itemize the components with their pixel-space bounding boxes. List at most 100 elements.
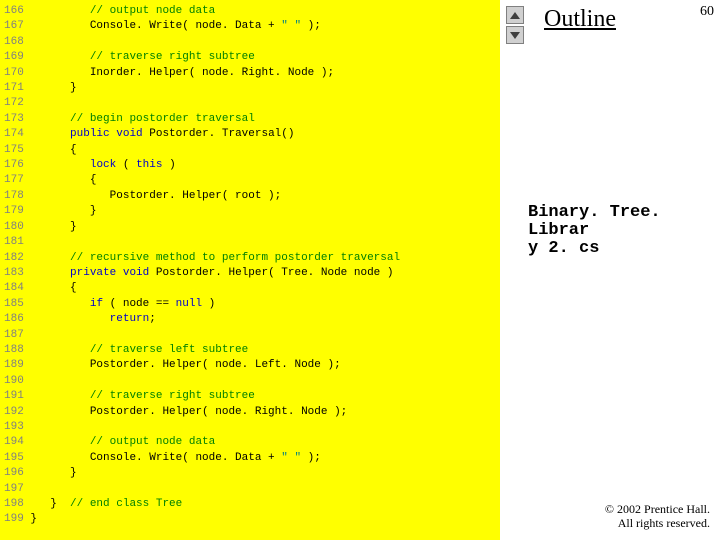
line-number: 189 <box>4 359 24 371</box>
code-line: 178 Postorder. Helper( root ); <box>4 189 484 204</box>
line-number: 169 <box>4 51 24 63</box>
code-line: 172 <box>4 96 484 111</box>
code-line: 173 // begin postorder traversal <box>4 112 484 127</box>
code-text: // recursive method to perform postorder… <box>30 252 400 264</box>
code-line: 191 // traverse right subtree <box>4 389 484 404</box>
code-text: // begin postorder traversal <box>30 113 254 125</box>
code-text: // end class Tree <box>70 498 182 510</box>
nav-down-button[interactable] <box>506 26 524 44</box>
code-text: Postorder. Helper( root ); <box>30 190 281 202</box>
filename-line1: Binary. Tree. Librar <box>528 203 661 240</box>
line-number: 171 <box>4 82 24 94</box>
line-number: 167 <box>4 20 24 32</box>
line-number: 179 <box>4 205 24 217</box>
code-line: 176 lock ( this ) <box>4 158 484 173</box>
outline-heading: Outline <box>544 6 616 33</box>
code-text: // traverse left subtree <box>30 344 248 356</box>
code-line: 186 return; <box>4 312 484 327</box>
code-line: 171 } <box>4 81 484 96</box>
code-listing: 166 // output node data167 Console. Writ… <box>4 4 484 528</box>
code-line: 177 { <box>4 173 484 188</box>
code-line: 197 <box>4 482 484 497</box>
code-text: Console. Write( node. Data + <box>30 452 281 464</box>
line-number: 188 <box>4 344 24 356</box>
code-line: 175 { <box>4 143 484 158</box>
nav-buttons <box>506 6 524 46</box>
code-text: ); <box>301 20 321 32</box>
code-text: // traverse right subtree <box>30 390 254 402</box>
line-number: 184 <box>4 282 24 294</box>
code-line: 185 if ( node == null ) <box>4 297 484 312</box>
code-text <box>30 159 89 171</box>
code-line: 189 Postorder. Helper( node. Left. Node … <box>4 358 484 373</box>
code-line: 190 <box>4 374 484 389</box>
line-number: 173 <box>4 113 24 125</box>
code-text: { <box>30 144 76 156</box>
code-text: lock <box>90 159 116 171</box>
line-number: 193 <box>4 421 24 433</box>
copyright-notice: © 2002 Prentice Hall. All rights reserve… <box>605 502 710 530</box>
line-number: 166 <box>4 5 24 17</box>
code-text: ( node == <box>103 298 176 310</box>
code-line: 198 } // end class Tree <box>4 497 484 512</box>
code-text: ) <box>202 298 215 310</box>
code-text: } <box>30 467 76 479</box>
code-line: 192 Postorder. Helper( node. Right. Node… <box>4 405 484 420</box>
code-line: 167 Console. Write( node. Data + " " ); <box>4 19 484 34</box>
code-line: 180 } <box>4 220 484 235</box>
code-text: null <box>176 298 202 310</box>
line-number: 180 <box>4 221 24 233</box>
code-text: ) <box>162 159 175 171</box>
code-text: } <box>30 513 37 525</box>
code-line: 179 } <box>4 204 484 219</box>
code-line: 193 <box>4 420 484 435</box>
code-text: } <box>30 205 96 217</box>
line-number: 196 <box>4 467 24 479</box>
line-number: 170 <box>4 67 24 79</box>
code-line: 196 } <box>4 466 484 481</box>
code-text: return <box>110 313 150 325</box>
code-line: 174 public void Postorder. Traversal() <box>4 127 484 142</box>
code-text: Console. Write( node. Data + <box>30 20 281 32</box>
line-number: 183 <box>4 267 24 279</box>
code-text: " " <box>281 452 301 464</box>
code-text: public void <box>70 128 143 140</box>
code-text: Inorder. Helper( node. Right. Node ); <box>30 67 334 79</box>
line-number: 191 <box>4 390 24 402</box>
copyright-line1: © 2002 Prentice Hall. <box>605 502 710 516</box>
code-line: 181 <box>4 235 484 250</box>
code-text: ); <box>301 452 321 464</box>
line-number: 181 <box>4 236 24 248</box>
line-number: 168 <box>4 36 24 48</box>
nav-up-button[interactable] <box>506 6 524 24</box>
line-number: 192 <box>4 406 24 418</box>
line-number: 198 <box>4 498 24 510</box>
code-line: 194 // output node data <box>4 435 484 450</box>
code-line: 195 Console. Write( node. Data + " " ); <box>4 451 484 466</box>
line-number: 194 <box>4 436 24 448</box>
code-text: { <box>30 282 76 294</box>
line-number: 178 <box>4 190 24 202</box>
arrow-down-icon <box>510 32 520 39</box>
code-text: Postorder. Traversal() <box>143 128 295 140</box>
code-line: 166 // output node data <box>4 4 484 19</box>
code-text: { <box>30 174 96 186</box>
code-text <box>30 298 89 310</box>
code-text: } <box>30 82 76 94</box>
code-text: if <box>90 298 103 310</box>
code-line: 184 { <box>4 281 484 296</box>
code-line: 169 // traverse right subtree <box>4 50 484 65</box>
code-line: 183 private void Postorder. Helper( Tree… <box>4 266 484 281</box>
code-line: 187 <box>4 328 484 343</box>
page-number: 60 <box>700 4 714 20</box>
code-text: // traverse right subtree <box>30 51 254 63</box>
line-number: 187 <box>4 329 24 341</box>
code-text: this <box>136 159 162 171</box>
line-number: 199 <box>4 513 24 525</box>
code-text: ; <box>149 313 156 325</box>
source-filename: Binary. Tree. Librar y 2. cs <box>528 204 720 258</box>
line-number: 176 <box>4 159 24 171</box>
code-text: " " <box>281 20 301 32</box>
line-number: 175 <box>4 144 24 156</box>
code-text <box>30 128 70 140</box>
